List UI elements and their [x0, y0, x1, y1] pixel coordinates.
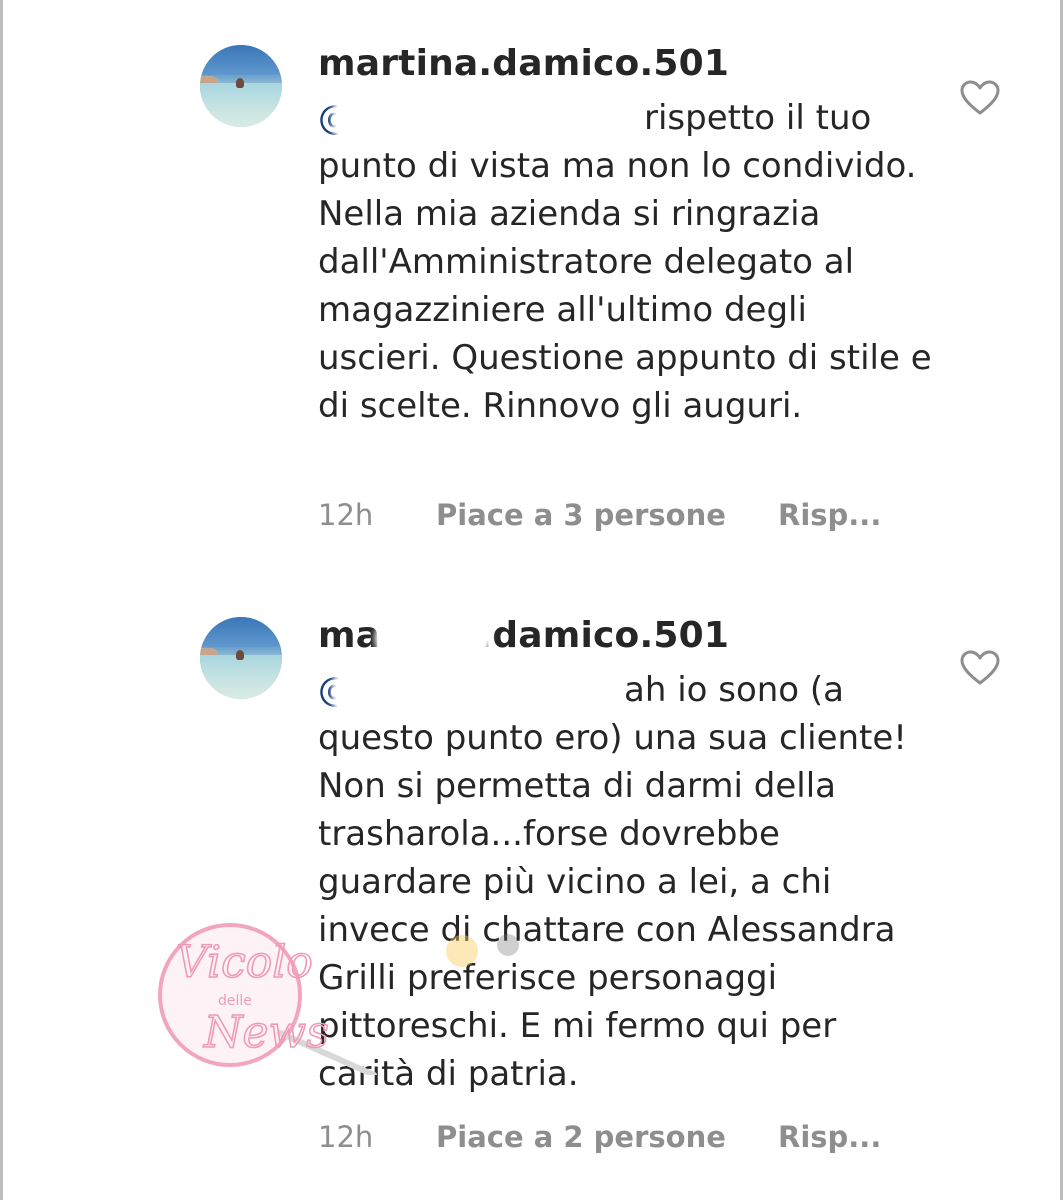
redaction-scribble [336, 672, 608, 714]
comment-likes-link[interactable]: Piace a 3 persone [436, 498, 778, 532]
comment-username[interactable]: martina.damico.501 [318, 43, 729, 84]
watermark-circle [158, 923, 302, 1067]
avatar[interactable] [200, 617, 282, 699]
watermark-word-2: delle [218, 993, 252, 1009]
heart-icon[interactable] [960, 650, 1000, 686]
reply-button[interactable]: Risp... [778, 498, 881, 532]
reply-button[interactable]: Risp... [778, 1120, 881, 1154]
avatar-sky [200, 45, 282, 75]
avatar-pool [200, 654, 282, 699]
comment-body: @ ah io sono (a questo punto ero) una sua… [318, 666, 938, 1098]
avatar-sky [200, 617, 282, 647]
comment-text: ah io sono (a questo punto ero) una sua … [318, 670, 907, 1094]
watermark-word-3: News [203, 1007, 329, 1058]
comment-likes-link[interactable]: Piace a 2 persone [436, 1120, 778, 1154]
left-frame-border [0, 0, 3, 1200]
redaction-scribble [336, 98, 622, 140]
comment-body: @ rispetto il tuo punto di vista ma non l… [318, 94, 938, 430]
avatar-person [236, 649, 245, 660]
avatar-pool [200, 82, 282, 127]
watermark-word-1: Vicolo [176, 937, 313, 988]
avatar[interactable] [200, 45, 282, 127]
heart-icon[interactable] [960, 80, 1000, 116]
avatar-person [236, 77, 245, 88]
comment-time: 12h [318, 498, 374, 532]
comment-meta: 12h Piace a 3 persone Risp... [318, 498, 881, 532]
redaction-scribble [375, 601, 491, 675]
comment-meta: 12h Piace a 2 persone Risp... [318, 1120, 881, 1154]
comment-text: rispetto il tuo punto di vista ma non lo… [318, 98, 932, 426]
comment-time: 12h [318, 1120, 374, 1154]
